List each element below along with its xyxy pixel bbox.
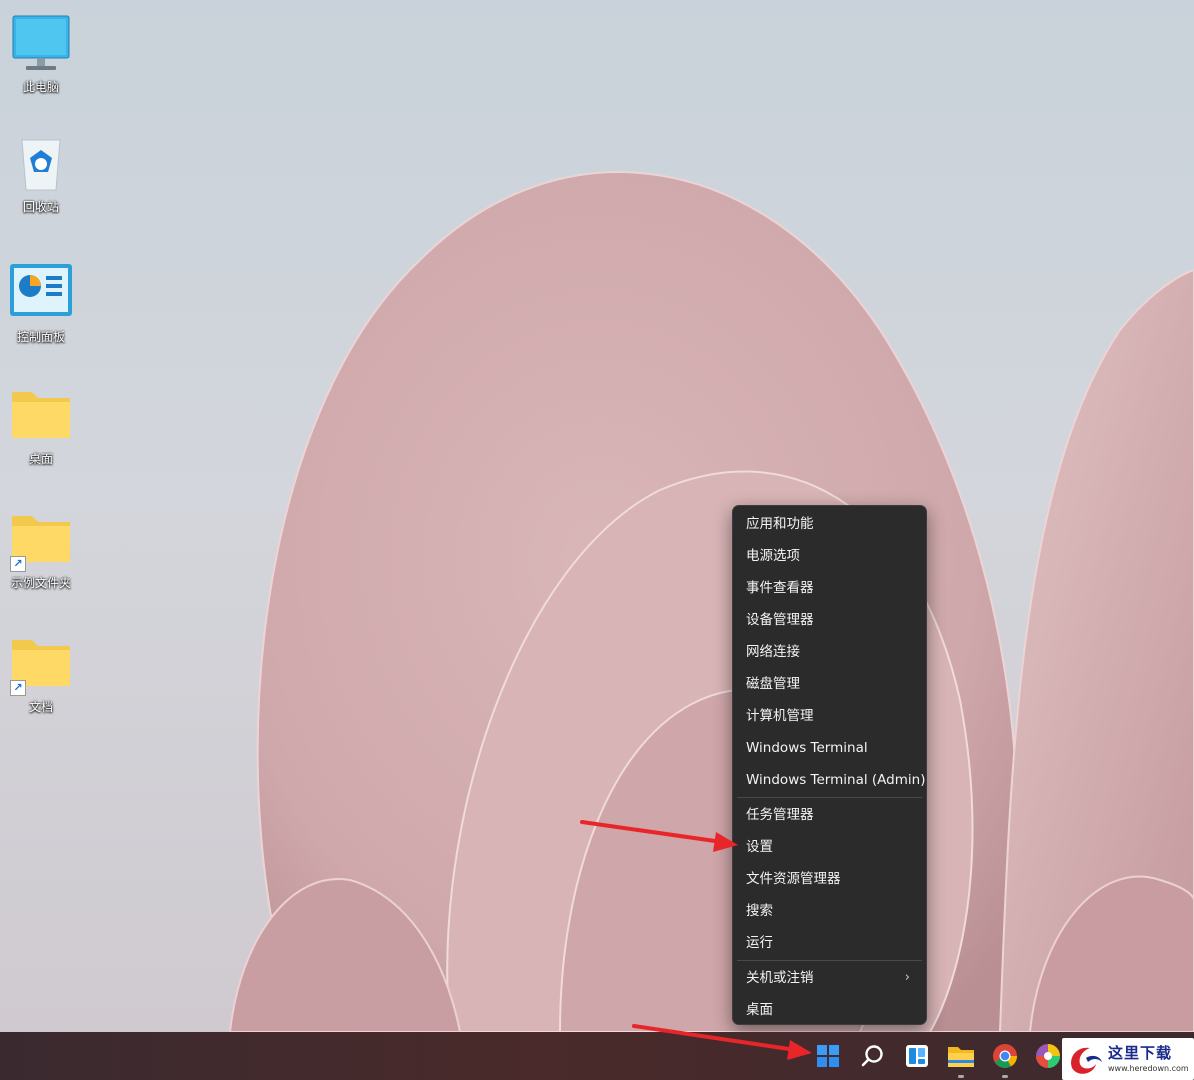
computer-icon bbox=[8, 12, 74, 74]
menu-item-desktop[interactable]: 桌面 bbox=[733, 994, 926, 1026]
desktop-icon-sample-folder[interactable]: ↗ 示例文件夹 bbox=[4, 508, 78, 591]
menu-item-file-explorer[interactable]: 文件资源管理器 bbox=[733, 863, 926, 895]
chevron-right-icon: › bbox=[904, 970, 910, 985]
menu-item-task-manager[interactable]: 任务管理器 bbox=[733, 799, 926, 831]
color-app-icon bbox=[1036, 1044, 1060, 1068]
desktop-icon-label: 文档 bbox=[28, 700, 53, 714]
menu-item-event-viewer[interactable]: 事件查看器 bbox=[733, 572, 926, 604]
desktop-icon-this-pc[interactable]: 此电脑 bbox=[4, 12, 78, 95]
file-explorer-button[interactable] bbox=[943, 1038, 979, 1078]
watermark-title: 这里下载 bbox=[1108, 1044, 1173, 1062]
menu-item-power-options[interactable]: 电源选项 bbox=[733, 540, 926, 572]
desktop-icon-recycle-bin[interactable]: 回收站 bbox=[4, 132, 78, 215]
start-button[interactable] bbox=[810, 1038, 846, 1074]
desktop-icon-documents[interactable]: ↗ 文档 bbox=[4, 632, 78, 715]
folder-shortcut-icon: ↗ bbox=[8, 508, 74, 572]
search-icon bbox=[861, 1045, 883, 1067]
running-indicator bbox=[1002, 1075, 1008, 1078]
menu-item-apps-features[interactable]: 应用和功能 bbox=[733, 508, 926, 540]
folder-icon bbox=[8, 384, 74, 446]
menu-item-computer-management[interactable]: 计算机管理 bbox=[733, 700, 926, 732]
desktop-icon-desktop-folder[interactable]: 桌面 bbox=[4, 384, 78, 467]
desktop-icon-label: 控制面板 bbox=[16, 330, 65, 344]
shortcut-arrow-icon: ↗ bbox=[10, 680, 26, 696]
start-icon bbox=[817, 1045, 839, 1067]
watermark-logo: 这里下载 www.heredown.com bbox=[1062, 1038, 1194, 1080]
color-app-button[interactable] bbox=[1030, 1038, 1066, 1074]
menu-separator bbox=[737, 797, 922, 798]
menu-item-label: 关机或注销 bbox=[746, 970, 814, 986]
chrome-button[interactable] bbox=[987, 1038, 1023, 1078]
desktop-icon-label: 桌面 bbox=[28, 452, 53, 466]
desktop-icon-label: 示例文件夹 bbox=[10, 576, 71, 590]
file-explorer-icon bbox=[948, 1047, 974, 1067]
widgets-button[interactable] bbox=[899, 1038, 935, 1074]
menu-separator bbox=[737, 960, 922, 961]
menu-item-device-manager[interactable]: 设备管理器 bbox=[733, 604, 926, 636]
chrome-icon bbox=[993, 1044, 1017, 1068]
desktop-wallpaper bbox=[228, 171, 1194, 1032]
control-panel-icon bbox=[8, 262, 74, 324]
menu-item-search[interactable]: 搜索 bbox=[733, 895, 926, 927]
menu-item-run[interactable]: 运行 bbox=[733, 927, 926, 959]
desktop-icon-label: 此电脑 bbox=[22, 80, 59, 94]
taskbar bbox=[0, 1032, 1194, 1080]
menu-item-disk-management[interactable]: 磁盘管理 bbox=[733, 668, 926, 700]
watermark-url: www.heredown.com bbox=[1108, 1064, 1189, 1073]
widgets-icon bbox=[906, 1045, 928, 1067]
recycle-bin-icon bbox=[8, 132, 74, 194]
desktop-icon-label: 回收站 bbox=[22, 200, 59, 214]
menu-item-network-connections[interactable]: 网络连接 bbox=[733, 636, 926, 668]
desktop-icon-control-panel[interactable]: 控制面板 bbox=[4, 262, 78, 345]
running-indicator bbox=[958, 1075, 964, 1078]
winx-context-menu: 应用和功能 电源选项 事件查看器 设备管理器 网络连接 磁盘管理 计算机管理 W… bbox=[732, 505, 927, 1025]
watermark-swirl-icon bbox=[1071, 1047, 1102, 1074]
menu-item-settings[interactable]: 设置 bbox=[733, 831, 926, 863]
menu-item-windows-terminal[interactable]: Windows Terminal bbox=[733, 732, 926, 764]
taskbar-search-button[interactable] bbox=[855, 1038, 891, 1074]
menu-item-shutdown-signout[interactable]: 关机或注销 › bbox=[733, 962, 926, 994]
shortcut-arrow-icon: ↗ bbox=[10, 556, 26, 572]
folder-shortcut-icon: ↗ bbox=[8, 632, 74, 696]
menu-item-windows-terminal-admin[interactable]: Windows Terminal (Admin) bbox=[733, 764, 926, 796]
